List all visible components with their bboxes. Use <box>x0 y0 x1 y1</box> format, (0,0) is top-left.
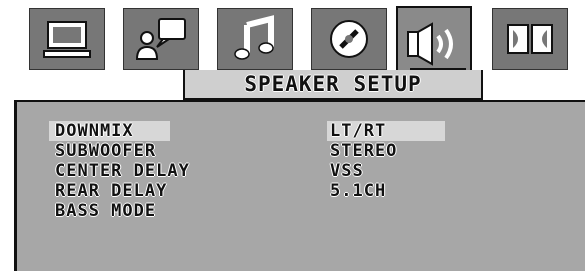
setting-label: REAR DELAY <box>55 181 168 201</box>
tab-audio[interactable] <box>217 8 293 70</box>
page-title-plate: SPEAKER SETUP <box>183 70 483 100</box>
setting-label: SUBWOOFER <box>55 141 157 161</box>
setting-value: STEREO <box>330 141 398 161</box>
disc-icon <box>327 17 371 61</box>
setting-row-downmix[interactable]: DOWNMIX LT/RT <box>17 121 585 141</box>
dolby-icon <box>504 19 556 59</box>
speaker-icon <box>404 22 464 66</box>
settings-panel: DOWNMIX LT/RT SUBWOOFER STEREO CENTER DE… <box>14 100 585 271</box>
page-title: SPEAKER SETUP <box>244 72 422 96</box>
setting-row-bass-mode[interactable]: BASS MODE <box>17 201 585 221</box>
setting-value: VSS <box>330 161 364 181</box>
tab-general[interactable] <box>29 8 105 70</box>
setting-row-rear-delay[interactable]: REAR DELAY 5.1CH <box>17 181 585 201</box>
tab-language[interactable] <box>123 8 199 70</box>
tab-dolby[interactable] <box>492 8 568 70</box>
menu-tab-bar: SPEAKER SETUP <box>0 0 585 100</box>
setting-label: DOWNMIX <box>55 121 134 141</box>
tab-video[interactable] <box>311 8 387 70</box>
person-speech-icon <box>133 15 189 63</box>
speaker-setup-screen: SPEAKER SETUP DOWNMIX LT/RT SUBWOOFER ST… <box>0 0 585 271</box>
monitor-icon <box>42 17 92 61</box>
setting-label: CENTER DELAY <box>55 161 190 181</box>
setting-value: LT/RT <box>330 121 387 141</box>
setting-row-subwoofer[interactable]: SUBWOOFER STEREO <box>17 141 585 161</box>
music-note-icon <box>233 15 277 63</box>
setting-value: 5.1CH <box>330 181 387 201</box>
setting-row-center-delay[interactable]: CENTER DELAY VSS <box>17 161 585 181</box>
setting-label: BASS MODE <box>55 201 157 221</box>
